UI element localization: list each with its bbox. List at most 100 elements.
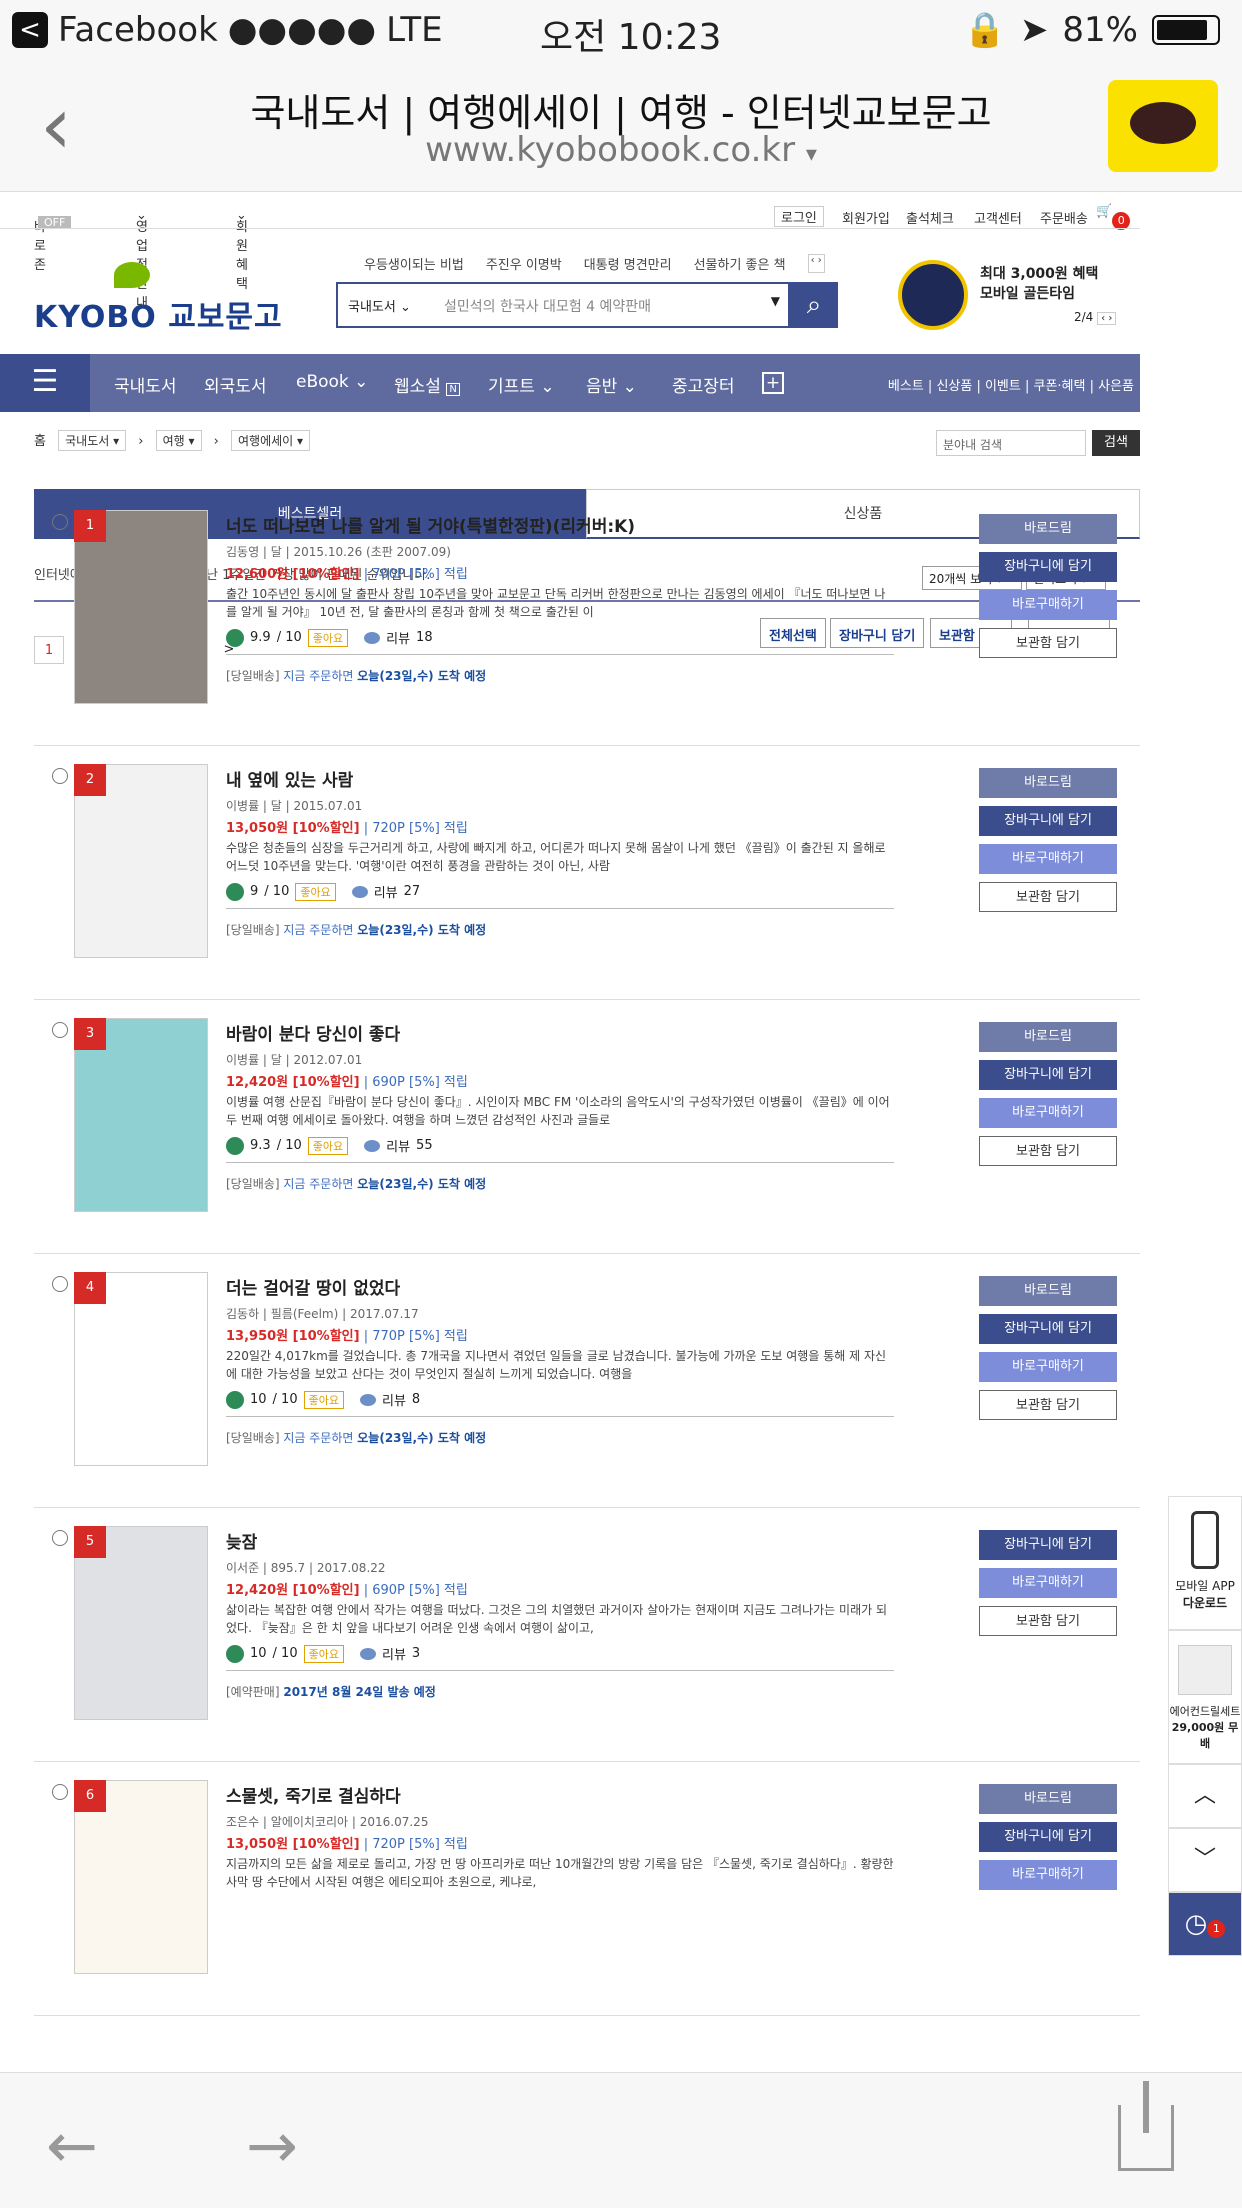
search-input[interactable]: 설민석의 한국사 대모험 4 예약판매 <box>444 296 651 316</box>
store-info-link[interactable]: 영업점 안내 ⌄ <box>136 208 148 311</box>
keep-button[interactable]: 보관함 담기 <box>979 1136 1117 1166</box>
divider <box>226 908 894 909</box>
url-bar[interactable]: www.kyobobook.co.kr ▾ <box>0 130 1242 170</box>
rating-row: 9.9 / 10 좋아요 리뷰 18 <box>226 628 433 647</box>
barodream-button[interactable]: 바로드림 <box>979 1022 1117 1052</box>
book-summary: 지금까지의 모든 삶을 제로로 돌리고, 가장 먼 땅 아프리카로 떠난 10개… <box>226 1857 894 1889</box>
barodream-button[interactable]: 바로드림 <box>979 768 1117 798</box>
buy-now-button[interactable]: 바로구매하기 <box>979 590 1117 620</box>
keyword-nav-arrows[interactable]: ‹ › <box>807 254 825 273</box>
buy-now-button[interactable]: 바로구매하기 <box>979 844 1117 874</box>
book-title[interactable]: 너도 떠나보면 나를 알게 될 거야(특별한정판)(리커버:K) <box>226 512 635 537</box>
book-title[interactable]: 내 옆에 있는 사람 <box>226 766 353 791</box>
order-link[interactable]: 주문배송 <box>1040 208 1088 227</box>
delivery-info: [당일배송] 지금 주문하면 오늘(23일,수) 도착 예정 <box>226 1429 486 1446</box>
kyobo-logo[interactable]: KYOBO 교보문고 <box>34 262 282 342</box>
web-content: 바로존OFF 영업점 안내 ⌄ 회원혜택 ⌄ 로그인 회원가입 출석체크 고객센… <box>0 192 1242 2072</box>
keep-button[interactable]: 보관함 담기 <box>979 882 1117 912</box>
browser-back-arrow-icon[interactable]: ← <box>46 2109 98 2182</box>
add-to-cart-button[interactable]: 장바구니에 담기 <box>979 1822 1117 1852</box>
select-checkbox[interactable] <box>52 514 68 530</box>
login-link[interactable]: 로그인 <box>774 206 824 227</box>
select-checkbox[interactable] <box>52 1276 68 1292</box>
keep-button[interactable]: 보관함 담기 <box>979 1606 1117 1636</box>
nav-domestic-books[interactable]: 국내도서 <box>114 372 177 397</box>
rating-value: 9.9 <box>250 630 271 645</box>
breadcrumb-c2[interactable]: 여행 ▾ <box>155 430 202 451</box>
keyword-link[interactable]: 선물하기 좋은 책 <box>694 254 786 273</box>
nav-gift[interactable]: 기프트 ⌄ <box>488 372 555 397</box>
inner-search-input[interactable]: 분야내 검색 <box>936 430 1086 456</box>
book-meta: 조은수 | 알에이치코리아 | 2016.07.25 <box>226 1815 429 1829</box>
keyword-link[interactable]: 우등생이되는 비법 <box>364 254 464 273</box>
keep-button[interactable]: 보관함 담기 <box>979 628 1117 658</box>
barodream-button[interactable]: 바로드림 <box>979 1276 1117 1306</box>
speech-bubble-icon <box>1130 102 1196 144</box>
add-to-cart-button[interactable]: 장바구니에 담기 <box>979 552 1117 582</box>
promo-banner[interactable]: 최대 3,000원 혜택 모바일 골든타임 2/4 ‹ › <box>898 260 1138 340</box>
search-dropdown-icon[interactable]: ▼ <box>771 294 780 308</box>
nav-foreign-books[interactable]: 외국도서 <box>204 372 267 397</box>
app-label: 모바일 APP <box>1175 1579 1235 1593</box>
barodream-button[interactable]: 바로드림 <box>979 1784 1117 1814</box>
recent-view-icon[interactable]: ◷ 1 <box>1168 1892 1242 1956</box>
quick-ad[interactable]: 에어컨드릴세트 29,000원 무배 <box>1168 1630 1242 1764</box>
back-to-app-icon[interactable]: < <box>12 12 48 48</box>
nav-sub-links[interactable]: 베스트 | 신상품 | 이벤트 | 쿠폰·혜택 | 사은품 <box>888 375 1134 394</box>
buy-now-button[interactable]: 바로구매하기 <box>979 1352 1117 1382</box>
breadcrumb-c3[interactable]: 여행에세이 ▾ <box>231 430 311 451</box>
buy-now-button[interactable]: 바로구매하기 <box>979 1098 1117 1128</box>
add-to-cart-button[interactable]: 장바구니에 담기 <box>979 806 1117 836</box>
search-scope-select[interactable]: 국내도서 ⌄ <box>348 296 411 315</box>
promo-nav-arrows[interactable]: ‹ › <box>1097 312 1117 325</box>
review-icon <box>359 1647 376 1660</box>
select-checkbox[interactable] <box>52 1530 68 1546</box>
attend-link[interactable]: 출석체크 <box>906 208 954 227</box>
keep-button[interactable]: 보관함 담기 <box>979 1390 1117 1420</box>
buy-now-button[interactable]: 바로구매하기 <box>979 1568 1117 1598</box>
cart-icon[interactable]: 🛒 0 <box>1096 204 1131 230</box>
hamburger-menu-icon[interactable]: ☰ <box>0 354 90 412</box>
browser-forward-arrow-icon[interactable]: → <box>246 2109 298 2182</box>
book-title[interactable]: 스물셋, 죽기로 결심하다 <box>226 1782 401 1807</box>
breadcrumb-home[interactable]: 홈 <box>34 434 46 449</box>
breadcrumb-c1[interactable]: 국내도서 ▾ <box>58 430 127 451</box>
keyword-link[interactable]: 대통령 명견만리 <box>584 254 672 273</box>
rating-row: 9 / 10 좋아요 리뷰 27 <box>226 882 420 901</box>
back-app-label[interactable]: Facebook <box>58 10 218 50</box>
nav-gift-label: 기프트 <box>488 377 535 397</box>
plus-icon[interactable]: + <box>762 372 784 394</box>
rank-badge: 3 <box>74 1018 106 1050</box>
delivery-info: [당일배송] 지금 주문하면 오늘(23일,수) 도착 예정 <box>226 667 486 684</box>
kakaotalk-chat-button[interactable] <box>1108 80 1218 172</box>
keyword-link[interactable]: 주진우 이명박 <box>486 254 562 273</box>
member-benefit-link[interactable]: 회원혜택 ⌄ <box>236 208 248 292</box>
book-title[interactable]: 더는 걸어갈 땅이 없었다 <box>226 1274 400 1299</box>
service-link[interactable]: 고객센터 <box>974 208 1022 227</box>
book-price: 12,420원 [10%할인] | 690P [5%] 적립 <box>226 1579 468 1598</box>
share-icon[interactable] <box>1118 2081 1174 2171</box>
nav-used-market[interactable]: 중고장터 <box>672 372 735 397</box>
book-title[interactable]: 바람이 분다 당신이 좋다 <box>226 1020 400 1045</box>
add-to-cart-button[interactable]: 장바구니에 담기 <box>979 1314 1117 1344</box>
add-to-cart-button[interactable]: 장바구니에 담기 <box>979 1530 1117 1560</box>
book-meta: 이서준 | 895.7 | 2017.08.22 <box>226 1561 386 1575</box>
breadcrumb-c2-label: 여행 <box>162 434 185 448</box>
search-icon[interactable]: ⌕ <box>790 282 838 328</box>
book-title[interactable]: 늦잠 <box>226 1528 257 1553</box>
inner-search-button[interactable]: 검색 <box>1092 430 1140 456</box>
nav-music[interactable]: 음반 ⌄ <box>586 372 637 397</box>
scroll-up-icon[interactable]: ︿ <box>1168 1764 1242 1828</box>
scroll-down-icon[interactable]: ﹀ <box>1168 1828 1242 1892</box>
select-checkbox[interactable] <box>52 1022 68 1038</box>
barodream-button[interactable]: 바로드림 <box>979 514 1117 544</box>
select-checkbox[interactable] <box>52 768 68 784</box>
nav-webnovel[interactable]: 웹소설 N <box>394 372 460 397</box>
add-to-cart-button[interactable]: 장바구니에 담기 <box>979 1060 1117 1090</box>
join-link[interactable]: 회원가입 <box>842 208 890 227</box>
select-checkbox[interactable] <box>52 1784 68 1800</box>
mobile-app-download[interactable]: 모바일 APP 다운로드 <box>1168 1496 1242 1630</box>
nav-ebook[interactable]: eBook ⌄ <box>296 372 368 392</box>
book-summary: 출간 10주년인 동시에 달 출판사 창립 10주년을 맞아 교보문고 단독 리… <box>226 587 886 619</box>
buy-now-button[interactable]: 바로구매하기 <box>979 1860 1117 1890</box>
